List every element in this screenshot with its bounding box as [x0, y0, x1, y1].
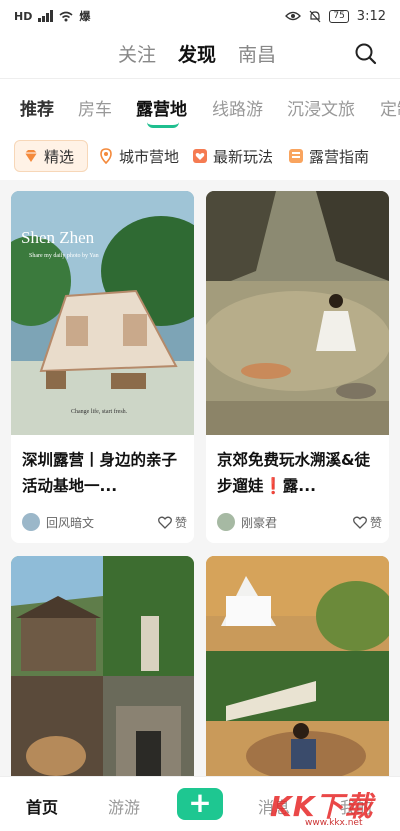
like-label: 赞: [174, 515, 187, 530]
nav-home[interactable]: 首页: [26, 794, 58, 818]
heart-icon: [353, 516, 367, 529]
tab-city[interactable]: 南昌: [238, 40, 276, 67]
category-campsite[interactable]: 露营地: [136, 95, 187, 120]
chip-label: 精选: [44, 147, 75, 166]
chip-city-camp[interactable]: 城市营地: [98, 140, 179, 172]
post-card[interactable]: [11, 556, 194, 786]
post-card[interactable]: 京郊免费玩水溯溪&徒步遛娃❗露... 刚豪君 赞: [206, 191, 389, 543]
battery-icon: 75: [329, 9, 349, 23]
heart-icon: [158, 516, 172, 529]
chip-label: 露营指南: [309, 147, 370, 166]
status-bar: HD 爆 75 3:12: [0, 0, 400, 32]
publish-plus-button[interactable]: +: [177, 788, 223, 820]
image-title-text: Shen Zhen: [21, 228, 95, 247]
post-image: [206, 191, 389, 435]
tab-discover[interactable]: 发现: [178, 40, 216, 67]
clock: 3:12: [356, 8, 386, 24]
location-icon: [100, 148, 112, 164]
post-title: 京郊免费玩水溯溪&徒步遛娃❗露...: [217, 451, 371, 495]
post-title: 深圳露营丨身边的亲子活动基地一...: [22, 451, 178, 495]
avatar[interactable]: [22, 513, 40, 531]
top-header: 关注 发现 南昌: [0, 32, 400, 78]
post-image: Shen Zhen Share my daily photo by Yan Ch…: [11, 191, 194, 435]
wifi-icon: [59, 11, 73, 21]
eye-icon: [285, 11, 302, 21]
guide-book-icon: [289, 149, 303, 163]
chip-featured[interactable]: 精选: [14, 140, 88, 172]
category-immersive[interactable]: 沉浸文旅: [287, 95, 355, 120]
like-label: 赞: [369, 515, 382, 530]
nav-tour[interactable]: 游游: [108, 794, 140, 818]
image-subtitle-text: Share my daily photo by Yan: [29, 253, 99, 259]
mute-icon: [309, 10, 321, 22]
signal-icon: [38, 10, 54, 22]
category-route[interactable]: 线路游: [212, 95, 263, 120]
filter-chips: 精选 城市营地 最新玩法 露营指南: [0, 133, 400, 180]
like-button[interactable]: 赞: [158, 514, 187, 531]
chip-new-play[interactable]: 最新玩法: [192, 140, 273, 172]
post-footer: 回风暗文 赞: [22, 513, 187, 531]
chip-label: 最新玩法: [213, 147, 274, 166]
post-card[interactable]: Shen Zhen Share my daily photo by Yan Ch…: [11, 191, 194, 543]
author-name[interactable]: 刚豪君: [241, 514, 277, 531]
category-recommend[interactable]: 推荐: [20, 95, 54, 120]
hd-badge: HD: [14, 9, 33, 23]
image-caption-text: Change life, start fresh.: [71, 408, 128, 415]
search-icon[interactable]: [354, 42, 378, 66]
tab-follow[interactable]: 关注: [118, 40, 156, 67]
category-custom[interactable]: 定制: [380, 95, 400, 120]
heart-badge-icon: [193, 149, 207, 163]
chip-label: 城市营地: [119, 147, 180, 166]
post-footer: 刚豪君 赞: [217, 513, 382, 531]
category-tabs: 推荐 房车 露营地 线路游 沉浸文旅 定制: [0, 79, 400, 133]
post-image: [206, 556, 389, 786]
active-tab-indicator: [147, 122, 179, 128]
diamond-icon: [25, 150, 37, 162]
author-name[interactable]: 回风暗文: [46, 514, 94, 531]
chip-guide[interactable]: 露营指南: [288, 140, 369, 172]
avatar[interactable]: [217, 513, 235, 531]
post-card[interactable]: [206, 556, 389, 786]
post-image: [11, 556, 194, 786]
like-button[interactable]: 赞: [353, 514, 382, 531]
watermark-url: www.kkx.net: [305, 818, 363, 828]
category-rv[interactable]: 房车: [78, 95, 112, 120]
data-usage-icon: 爆: [79, 10, 91, 23]
